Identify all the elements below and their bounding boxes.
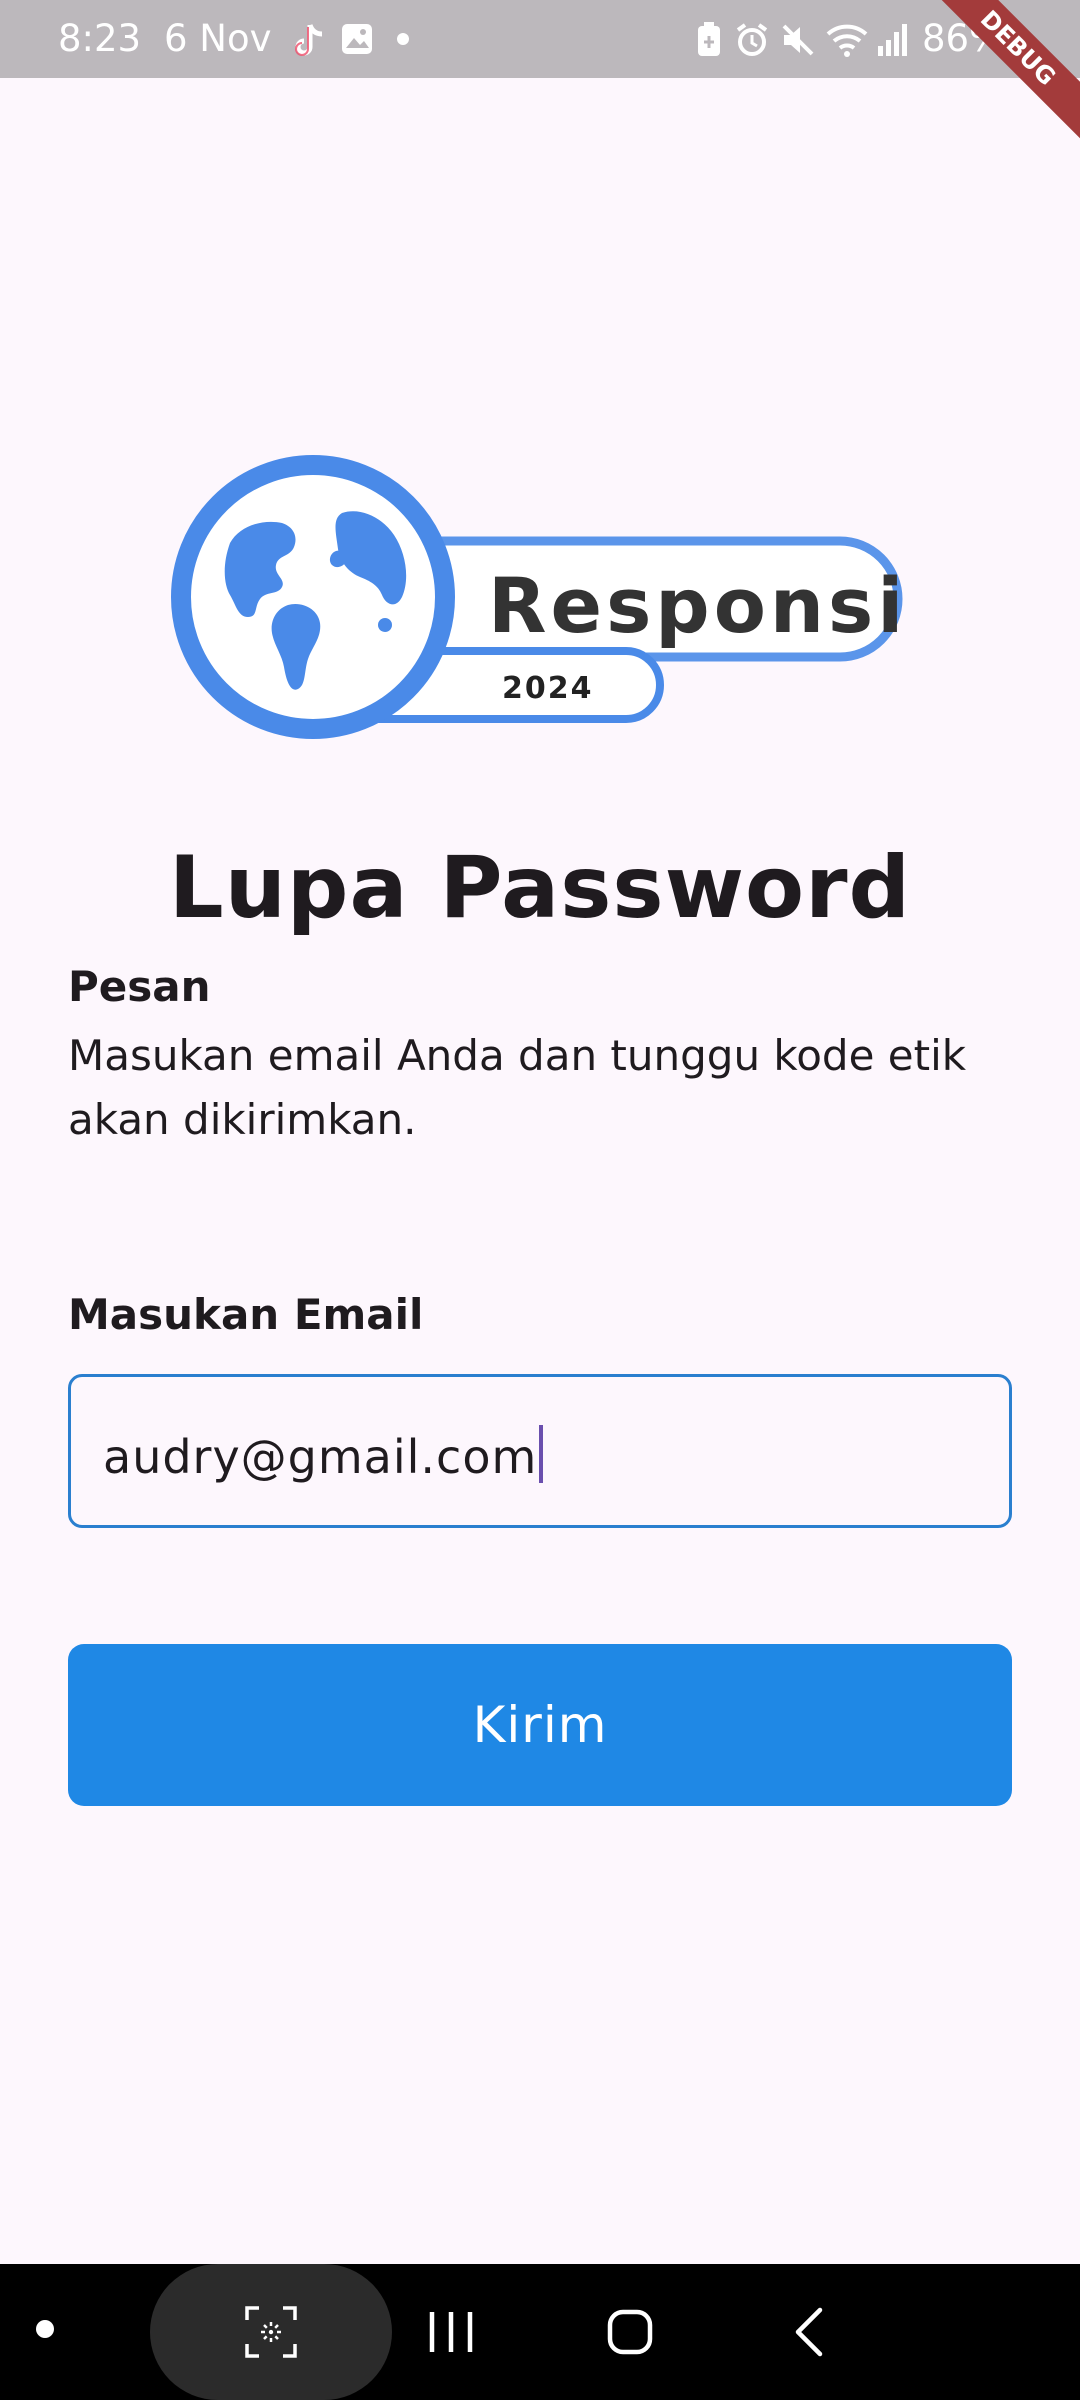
home-icon[interactable] xyxy=(606,2308,654,2356)
wifi-icon xyxy=(826,24,868,57)
alarm-icon xyxy=(736,23,768,56)
system-nav-bar xyxy=(0,2264,1080,2400)
recent-apps-icon[interactable] xyxy=(426,2308,476,2356)
page-title: Lupa Password xyxy=(168,838,912,938)
gallery-icon xyxy=(342,24,372,54)
logo-year-text: 2024 xyxy=(502,671,594,706)
back-icon[interactable] xyxy=(792,2306,826,2358)
mute-icon xyxy=(782,24,814,56)
text-cursor xyxy=(539,1425,544,1483)
status-date: 6 Nov xyxy=(164,17,272,60)
nav-indicator-dot xyxy=(36,2320,54,2338)
status-bar: 8:23 6 Nov 86% DEBUG xyxy=(0,0,1080,147)
message-label: Pesan xyxy=(68,962,211,1011)
email-label: Masukan Email xyxy=(68,1290,424,1339)
notification-dot-icon xyxy=(397,33,409,45)
battery-saver-icon xyxy=(698,22,720,56)
tiktok-icon xyxy=(295,24,323,56)
screenshot-icon[interactable] xyxy=(243,2304,299,2360)
message-text: Masukan email Anda dan tunggu kode etik … xyxy=(68,1031,967,1144)
forgot-password-screen: 8:23 6 Nov 86% DEBUG Responsi 2024 Lupa … xyxy=(0,0,1080,2400)
email-field-value[interactable]: audry@gmail.com xyxy=(103,1425,544,1484)
responsi-logo: Responsi 2024 xyxy=(171,455,907,739)
status-time: 8:23 xyxy=(58,17,142,60)
signal-icon xyxy=(878,24,907,56)
send-button[interactable]: Kirim xyxy=(68,1644,1012,1806)
email-field[interactable]: audry@gmail.com xyxy=(68,1374,1012,1528)
logo-brand-text: Responsi xyxy=(488,561,907,650)
